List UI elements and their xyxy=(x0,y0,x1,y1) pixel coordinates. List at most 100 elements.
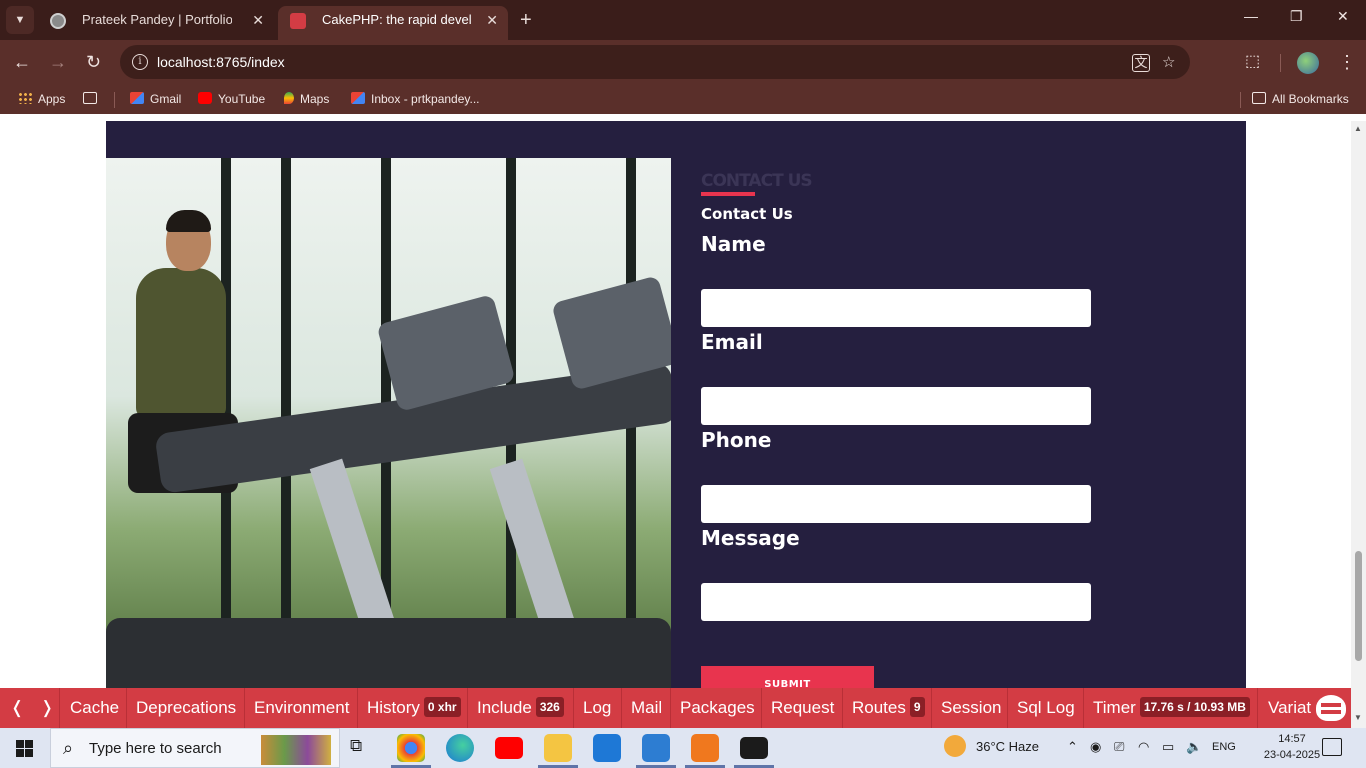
profile-avatar[interactable] xyxy=(1297,52,1319,74)
debugkit-divider xyxy=(357,688,358,728)
debugkit-divider xyxy=(573,688,574,728)
terminal-taskbar-icon[interactable] xyxy=(740,737,768,759)
form-title: Contact Us xyxy=(701,205,793,223)
bookmark-divider xyxy=(114,92,115,108)
debugkit-panel-log[interactable]: Log xyxy=(583,688,611,728)
name-input[interactable] xyxy=(701,289,1091,327)
debugkit-panel-sqllog[interactable]: Sql Log xyxy=(1017,688,1075,728)
debugkit-panel-history[interactable]: History 0 xhr xyxy=(367,688,461,728)
debugkit-next-icon[interactable]: ❭ xyxy=(40,688,54,728)
tab-groups-icon[interactable] xyxy=(83,92,103,106)
submit-button[interactable]: SUBMIT xyxy=(701,666,874,688)
site-info-icon[interactable]: i xyxy=(132,54,148,70)
minimize-button[interactable]: — xyxy=(1244,8,1258,24)
message-input[interactable] xyxy=(701,583,1091,621)
tab-search-chevron-icon[interactable]: ▼ xyxy=(6,6,34,34)
address-bar[interactable]: i localhost:8765/index ☆ 文 xyxy=(120,45,1190,79)
debugkit-toolbar: ❬ ❭ Cache Deprecations Environment Histo… xyxy=(0,688,1351,728)
debugkit-panel-request[interactable]: Request xyxy=(771,688,834,728)
debugkit-panel-routes[interactable]: Routes 9 xyxy=(852,688,925,728)
treadmill-deck xyxy=(106,618,671,688)
tab-close-icon[interactable]: ✕ xyxy=(486,6,498,34)
bookmark-maps[interactable]: Maps xyxy=(284,92,329,106)
xampp-taskbar-icon[interactable] xyxy=(691,734,719,762)
runner-hair xyxy=(166,210,211,232)
debugkit-panel-include[interactable]: Include 326 xyxy=(477,688,564,728)
youtube-taskbar-icon[interactable] xyxy=(495,737,523,759)
debugkit-divider xyxy=(761,688,762,728)
weather-haze-icon[interactable] xyxy=(944,735,966,757)
folder-icon xyxy=(1252,92,1266,104)
translate-icon[interactable]: 文 xyxy=(1132,54,1150,72)
debugkit-panel-cache[interactable]: Cache xyxy=(70,688,119,728)
toolbar-divider xyxy=(1280,54,1281,72)
debugkit-panel-timer[interactable]: Timer 17.76 s / 10.93 MB xyxy=(1093,688,1250,728)
debugkit-divider xyxy=(842,688,843,728)
bookmark-gmail[interactable]: Gmail xyxy=(130,92,181,106)
youtube-icon xyxy=(198,92,212,104)
scroll-down-arrow-icon[interactable]: ▼ xyxy=(1354,713,1362,722)
reload-button[interactable]: ↻ xyxy=(86,52,101,72)
tab-portfolio[interactable]: Prateek Pandey | Portfolio ✕ xyxy=(38,6,274,40)
portfolio-favicon-icon xyxy=(50,13,66,29)
debugkit-prev-icon[interactable]: ❬ xyxy=(10,688,24,728)
task-view-icon[interactable]: ⧉ xyxy=(350,736,362,756)
phone-input[interactable] xyxy=(701,485,1091,523)
record-icon[interactable]: ◉ xyxy=(1090,739,1101,755)
forward-button[interactable]: → xyxy=(49,52,67,72)
back-button[interactable]: ← xyxy=(13,52,31,72)
bookmarks-bar: Apps Gmail YouTube Maps Inbox - prtkpand… xyxy=(0,86,1366,114)
windows-start-icon[interactable] xyxy=(16,740,33,757)
name-label: Name xyxy=(701,232,766,256)
wifi-icon[interactable]: ◠ xyxy=(1138,739,1149,755)
debugkit-panel-mail[interactable]: Mail xyxy=(631,688,662,728)
notification-center-icon[interactable] xyxy=(1322,738,1342,756)
debugkit-divider xyxy=(1007,688,1008,728)
vscode-taskbar-icon[interactable] xyxy=(642,734,670,762)
extensions-puzzle-icon[interactable]: ⬚ xyxy=(1245,52,1260,72)
browser-menu-icon[interactable]: ⋮ xyxy=(1338,52,1356,72)
bookmark-inbox[interactable]: Inbox - prtkpandey... xyxy=(351,92,480,106)
bookmark-youtube[interactable]: YouTube xyxy=(198,92,265,106)
cakephp-logo-icon[interactable] xyxy=(1316,695,1346,721)
language-indicator[interactable]: ENG xyxy=(1212,741,1236,753)
url-text[interactable]: localhost:8765/index xyxy=(157,54,285,70)
scrollbar-thumb[interactable] xyxy=(1355,551,1362,661)
taskbar-search-box[interactable]: ⌕ Type here to search xyxy=(50,728,340,768)
browser-tab-strip: ▼ Prateek Pandey | Portfolio ✕ CakePHP: … xyxy=(0,0,1366,40)
close-window-button[interactable]: ✕ xyxy=(1337,8,1349,25)
restore-button[interactable]: ❐ xyxy=(1290,8,1303,25)
chrome-taskbar-icon[interactable] xyxy=(397,734,425,762)
bookmark-star-icon[interactable]: ☆ xyxy=(1162,53,1175,71)
bookmark-apps[interactable]: Apps xyxy=(18,92,65,106)
new-tab-button[interactable]: + xyxy=(520,8,532,32)
page-scrollbar[interactable]: ▲ ▼ xyxy=(1351,121,1366,728)
clock-time: 14:57 xyxy=(1278,733,1306,745)
bookmark-divider xyxy=(1240,92,1241,108)
scroll-up-arrow-icon[interactable]: ▲ xyxy=(1354,124,1362,133)
battery-icon[interactable]: ▭ xyxy=(1162,739,1174,755)
debugkit-panel-variables[interactable]: Variat xyxy=(1268,688,1312,728)
all-bookmarks[interactable]: All Bookmarks xyxy=(1252,92,1349,106)
debugkit-panel-session[interactable]: Session xyxy=(941,688,1001,728)
debugkit-panel-packages[interactable]: Packages xyxy=(680,688,755,728)
tab-close-icon[interactable]: ✕ xyxy=(252,6,264,34)
cakephp-favicon-icon xyxy=(290,13,306,29)
file-explorer-taskbar-icon[interactable] xyxy=(544,734,572,762)
include-badge: 326 xyxy=(535,697,564,717)
debugkit-divider xyxy=(1083,688,1084,728)
weather-text[interactable]: 36°C Haze xyxy=(976,739,1039,754)
email-input[interactable] xyxy=(701,387,1091,425)
contact-form: CONTACT US Contact Us Name Email Phone M… xyxy=(701,121,1221,688)
tab-cakephp[interactable]: CakePHP: the rapid development php frame… xyxy=(278,6,508,40)
mail-taskbar-icon[interactable] xyxy=(593,734,621,762)
page-viewport: CONTACT US Contact Us Name Email Phone M… xyxy=(0,121,1351,688)
debugkit-panel-deprecations[interactable]: Deprecations xyxy=(136,688,236,728)
taskbar-clock[interactable]: 14:57 23-04-2025 xyxy=(1262,731,1322,763)
volume-icon[interactable]: 🔈 xyxy=(1186,739,1202,755)
tray-chevron-up-icon[interactable]: ⌃ xyxy=(1067,739,1078,755)
runner-torso xyxy=(136,268,226,418)
edge-taskbar-icon[interactable] xyxy=(446,734,474,762)
meet-now-icon[interactable]: ⎚ xyxy=(1114,739,1124,755)
debugkit-panel-environment[interactable]: Environment xyxy=(254,688,349,728)
